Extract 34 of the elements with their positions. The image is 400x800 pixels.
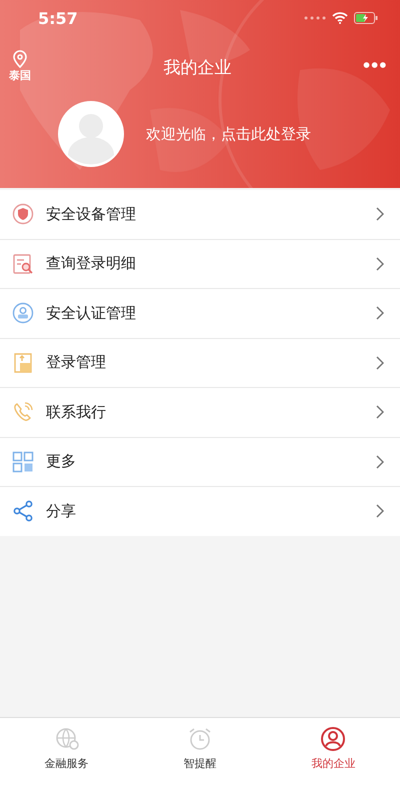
menu-item[interactable]: 联系我行: [0, 388, 400, 438]
phone-icon: [12, 401, 34, 424]
tab[interactable]: 金融服务: [0, 718, 134, 771]
menu-item[interactable]: 分享: [0, 487, 400, 536]
menu-item[interactable]: 安全设备管理: [0, 190, 400, 240]
menu-item[interactable]: 安全认证管理: [0, 289, 400, 338]
more-button[interactable]: •••: [361, 50, 386, 75]
alarm-clock-icon: [186, 726, 213, 752]
chevron-icon: [376, 405, 384, 420]
grid-icon: [12, 450, 34, 473]
globe-icon: [54, 726, 80, 752]
login-icon: [12, 352, 34, 374]
shield-icon: [12, 203, 34, 226]
user-icon: [320, 726, 346, 752]
chevron-icon: [376, 504, 384, 518]
chevron-icon: [376, 454, 384, 469]
id-card-icon: [12, 302, 34, 324]
wifi-icon: [332, 12, 348, 24]
page-title: 我的企业: [162, 57, 233, 79]
chevron-icon: [376, 207, 384, 222]
share-icon: [12, 500, 34, 522]
chevron-icon: [376, 256, 384, 271]
menu-item[interactable]: 登录管理: [0, 338, 400, 388]
battery-icon: [354, 12, 378, 24]
tab[interactable]: 我的企业: [266, 718, 400, 771]
menu-item[interactable]: 更多: [0, 438, 400, 487]
status-time: 5:57: [38, 8, 78, 28]
tab[interactable]: 智提醒: [133, 718, 267, 771]
signal-icon: [304, 16, 326, 20]
menu-item[interactable]: 查询登录明细: [0, 240, 400, 289]
chevron-icon: [376, 306, 384, 320]
location-pin-icon: [12, 50, 28, 68]
document-search-icon: [12, 252, 34, 275]
chevron-icon: [376, 356, 384, 370]
